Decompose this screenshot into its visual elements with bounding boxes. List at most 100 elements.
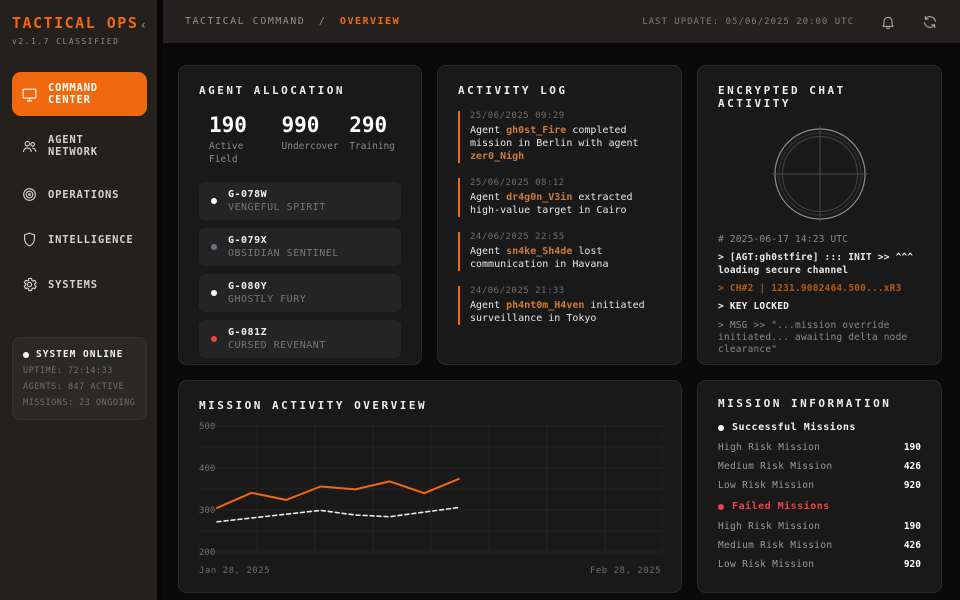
agent-info: G-081ZCURSED REVENANT [228, 327, 326, 351]
chart-x-axis-labels: Jan 28, 2025 Feb 28, 2025 [199, 566, 661, 576]
agent-name: CURSED REVENANT [228, 340, 326, 351]
refresh-icon[interactable] [922, 14, 938, 30]
agent-status-dot [211, 336, 217, 342]
mission-stat-label: High Risk Mission [718, 442, 820, 453]
sidebar-item-systems[interactable]: SYSTEMS [12, 266, 147, 303]
log-entry: 25/06/2025 08:12Agent dr4g0n_V3in extrac… [458, 178, 661, 217]
x-axis-start-label: Jan 28, 2025 [199, 566, 270, 576]
sidebar-item-label: COMMAND CENTER [48, 82, 138, 106]
mission-stat-value: 920 [904, 559, 921, 570]
allocation-stats: 190Active Field990Undercover290Training [199, 111, 401, 167]
mission-stat-row: Medium Risk Mission426 [718, 461, 921, 472]
allocation-stat-undercover: 990Undercover [282, 113, 339, 167]
mission-group-header: Failed Missions [718, 501, 921, 512]
agent-allocation-panel: AGENT ALLOCATION 190Active Field990Under… [178, 65, 422, 365]
mission-stat-value: 426 [904, 540, 921, 551]
system-status-line: UPTIME: 72:14:33 [23, 366, 136, 376]
breadcrumb-current: OVERVIEW [340, 16, 400, 27]
terminal-line: # 2025-06-17 14:23 UTC [718, 234, 921, 246]
breadcrumb-separator: / [319, 16, 327, 27]
radar-crosshair-graphic [764, 124, 876, 224]
activity-log-scroll-area[interactable]: 25/06/2025 09:29Agent gh0st_Fire complet… [458, 111, 661, 337]
log-timestamp: 25/06/2025 09:29 [470, 111, 661, 121]
agent-code: G-079X [228, 235, 339, 246]
main-content: AGENT ALLOCATION 190Active Field990Under… [163, 47, 960, 600]
logo-row: TACTICAL OPS v2.1.7 CLASSIFIED ‹ [12, 14, 147, 46]
x-axis-end-label: Feb 28, 2025 [590, 566, 661, 576]
terminal-line: > MSG >> "...mission override initiated.… [718, 320, 921, 357]
mission-activity-title: MISSION ACTIVITY OVERVIEW [199, 399, 661, 412]
sidebar-item-operations[interactable]: OPERATIONS [12, 176, 147, 213]
agent-handle: dr4g0n_V3in [506, 192, 572, 203]
svg-text:300: 300 [199, 506, 215, 516]
right-column: TACTICAL COMMAND / OVERVIEW LAST UPDATE:… [163, 0, 960, 600]
agent-name: VENGEFUL SPIRIT [228, 202, 326, 213]
encrypted-chat-panel: ENCRYPTED CHAT ACTIVITY # 2025-06-17 14:… [697, 65, 942, 365]
breadcrumb: TACTICAL COMMAND / OVERVIEW [185, 16, 400, 27]
agent-info: G-078W VENGEFUL SPIRIT [228, 189, 326, 213]
agent-row-g-081z[interactable]: G-081ZCURSED REVENANT [199, 320, 401, 358]
app-title: TACTICAL OPS [12, 14, 138, 32]
activity-log-panel: ACTIVITY LOG 25/06/2025 09:29Agent gh0st… [437, 65, 682, 365]
agent-info: G-080YGHOSTLY FURY [228, 281, 306, 305]
system-status-title-row: SYSTEM ONLINE [23, 349, 136, 360]
svg-text:500: 500 [199, 422, 215, 432]
breadcrumb-root[interactable]: TACTICAL COMMAND [185, 16, 305, 27]
mission-stat-label: Low Risk Mission [718, 480, 814, 491]
agent-status-dot [211, 244, 217, 250]
agent-row-g-078w[interactable]: G-078W VENGEFUL SPIRIT [199, 182, 401, 220]
mission-stat-label: Medium Risk Mission [718, 540, 832, 551]
stat-label: Undercover [282, 141, 339, 154]
log-timestamp: 24/06/2025 22:55 [470, 232, 661, 242]
sidebar-item-command-center[interactable]: COMMAND CENTER [12, 72, 147, 116]
terminal-line: > [AGT:gh0stfire] ::: INIT >> ^^^ loadin… [718, 252, 921, 277]
sidebar-nav: COMMAND CENTER AGENT NETWORK OPERATIONS INT… [12, 72, 147, 311]
bell-icon[interactable] [880, 14, 896, 30]
mission-activity-panel: MISSION ACTIVITY OVERVIEW 500400300200 J… [178, 380, 682, 593]
group-label: Failed Missions [732, 501, 830, 512]
sidebar-collapse-button[interactable]: ‹ [140, 18, 147, 32]
mission-stat-value: 190 [904, 442, 921, 453]
top-bar: TACTICAL COMMAND / OVERVIEW LAST UPDATE:… [163, 0, 960, 47]
agent-name: OBSIDIAN SENTINEL [228, 248, 339, 259]
sidebar-item-label: AGENT NETWORK [48, 134, 138, 158]
mission-group-failed-missions: Failed Missions High Risk Mission 190 Mediu… [718, 501, 921, 570]
agent-handle: ph4nt0m_H4ven [506, 300, 584, 311]
app-root: TACTICAL OPS v2.1.7 CLASSIFIED ‹ COMMAND… [0, 0, 960, 600]
system-status-title: SYSTEM ONLINE [36, 349, 123, 360]
agent-status-dot [211, 198, 217, 204]
activity-log-title: ACTIVITY LOG [458, 84, 661, 97]
sidebar-item-agent-network[interactable]: AGENT NETWORK [12, 124, 147, 168]
sidebar-item-intelligence[interactable]: INTELLIGENCE [12, 221, 147, 258]
group-status-dot [718, 504, 724, 510]
mission-stat-value: 190 [904, 521, 921, 532]
log-entry: 24/06/2025 22:55 Agent sn4ke_Sh4de lost c… [458, 232, 661, 271]
shield-icon [21, 231, 38, 248]
allocation-stat-training: 290Training [349, 113, 395, 167]
mission-stat-label: Low Risk Mission [718, 559, 814, 570]
system-status-panel: SYSTEM ONLINE UPTIME: 72:14:33 AGENTS: 84… [12, 337, 147, 420]
terminal-line: > CH#2 | 1231.9082464.500...xR3 [718, 283, 921, 295]
mission-stat-row: High Risk Mission 190 [718, 442, 921, 453]
agent-row-g-080y[interactable]: G-080YGHOSTLY FURY [199, 274, 401, 312]
stat-label: Training [349, 141, 395, 154]
agent-handle: zer0_Nigh [470, 151, 524, 162]
mission-information-title: MISSION INFORMATION [718, 397, 921, 410]
agent-row-g-079x[interactable]: G-079X OBSIDIAN SENTINEL [199, 228, 401, 266]
mission-stat-row: High Risk Mission 190 [718, 521, 921, 532]
mission-group-successful-missions: Successful Missions High Risk Mission 190 M… [718, 422, 921, 491]
terminal-line: > KEY LOCKED [718, 301, 921, 313]
agent-list: G-078W VENGEFUL SPIRIT G-079X OBSIDIAN SENT… [199, 182, 401, 358]
sidebar-item-label: OPERATIONS [48, 189, 119, 201]
system-status-lines: UPTIME: 72:14:33AGENTS: 847 ACTIVEMISSIO… [23, 366, 136, 408]
system-status-line: AGENTS: 847 ACTIVE [23, 382, 136, 392]
sidebar-item-label: INTELLIGENCE [48, 234, 133, 246]
group-label: Successful Missions [732, 422, 856, 433]
log-timestamp: 24/06/2025 21:33 [470, 286, 661, 296]
mission-stat-label: High Risk Mission [718, 521, 820, 532]
header-right: LAST UPDATE: 05/06/2025 20:00 UTC [642, 14, 938, 30]
log-entry: 24/06/2025 21:33Agent ph4nt0m_H4ven init… [458, 286, 661, 325]
log-message: Agent sn4ke_Sh4de lost communication in … [470, 245, 661, 271]
mission-stat-row: Low Risk Mission920 [718, 480, 921, 491]
agent-code: G-078W [228, 189, 326, 200]
